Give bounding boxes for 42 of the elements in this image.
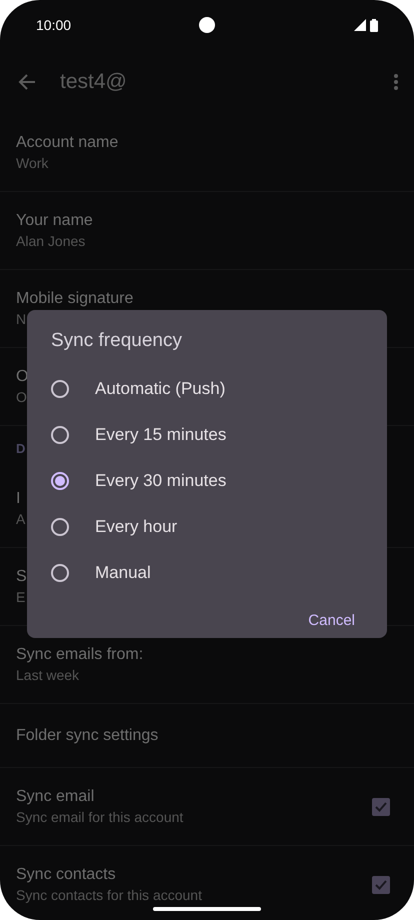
setting-title[interactable]: Folder sync settings (16, 726, 158, 744)
option-label[interactable]: Every 15 minutes (95, 425, 226, 445)
battery-icon (370, 18, 378, 32)
setting-title[interactable]: Mobile signature (16, 290, 134, 308)
section-header: D (16, 440, 26, 456)
option-label[interactable]: Every 30 minutes (95, 471, 226, 491)
setting-title[interactable]: I (16, 490, 20, 508)
radio-button[interactable] (51, 426, 69, 444)
setting-title[interactable]: Sync contacts (16, 866, 116, 884)
setting-value: Sync email for this account (16, 809, 184, 825)
signal-icon (354, 19, 366, 31)
setting-value: Last week (16, 667, 80, 683)
radio-button[interactable] (51, 380, 69, 398)
setting-value: E (16, 589, 26, 605)
app-bar-title: test4@ (60, 70, 128, 94)
option-label[interactable]: Manual (95, 563, 151, 583)
setting-title[interactable]: S (16, 568, 27, 586)
more-options-icon[interactable] (394, 74, 398, 90)
status-time: 10:00 (36, 17, 72, 33)
setting-title[interactable]: Sync email (16, 788, 94, 806)
option-label[interactable]: Every hour (95, 517, 178, 537)
dialog-title: Sync frequency (51, 330, 183, 352)
back-arrow-icon[interactable] (18, 73, 36, 91)
checkbox[interactable] (372, 876, 390, 894)
checkbox[interactable] (372, 798, 390, 816)
check-icon (375, 880, 387, 890)
radio-button[interactable] (51, 472, 69, 490)
setting-value: O (16, 389, 27, 405)
cancel-button[interactable]: Cancel (300, 606, 363, 635)
setting-title[interactable]: Your name (16, 212, 93, 230)
camera-icon (199, 17, 215, 33)
setting-title[interactable]: Sync emails from: (16, 646, 144, 664)
setting-value: Sync contacts for this account (16, 887, 202, 903)
radio-button[interactable] (51, 518, 69, 536)
setting-value: Work (16, 155, 48, 171)
check-icon (375, 802, 387, 812)
radio-button[interactable] (51, 564, 69, 582)
setting-value: Alan Jones (16, 233, 86, 249)
option-label[interactable]: Automatic (Push) (95, 379, 226, 399)
setting-title[interactable]: Account name (16, 134, 118, 152)
setting-value: N (16, 311, 26, 327)
setting-value: A (16, 511, 26, 527)
